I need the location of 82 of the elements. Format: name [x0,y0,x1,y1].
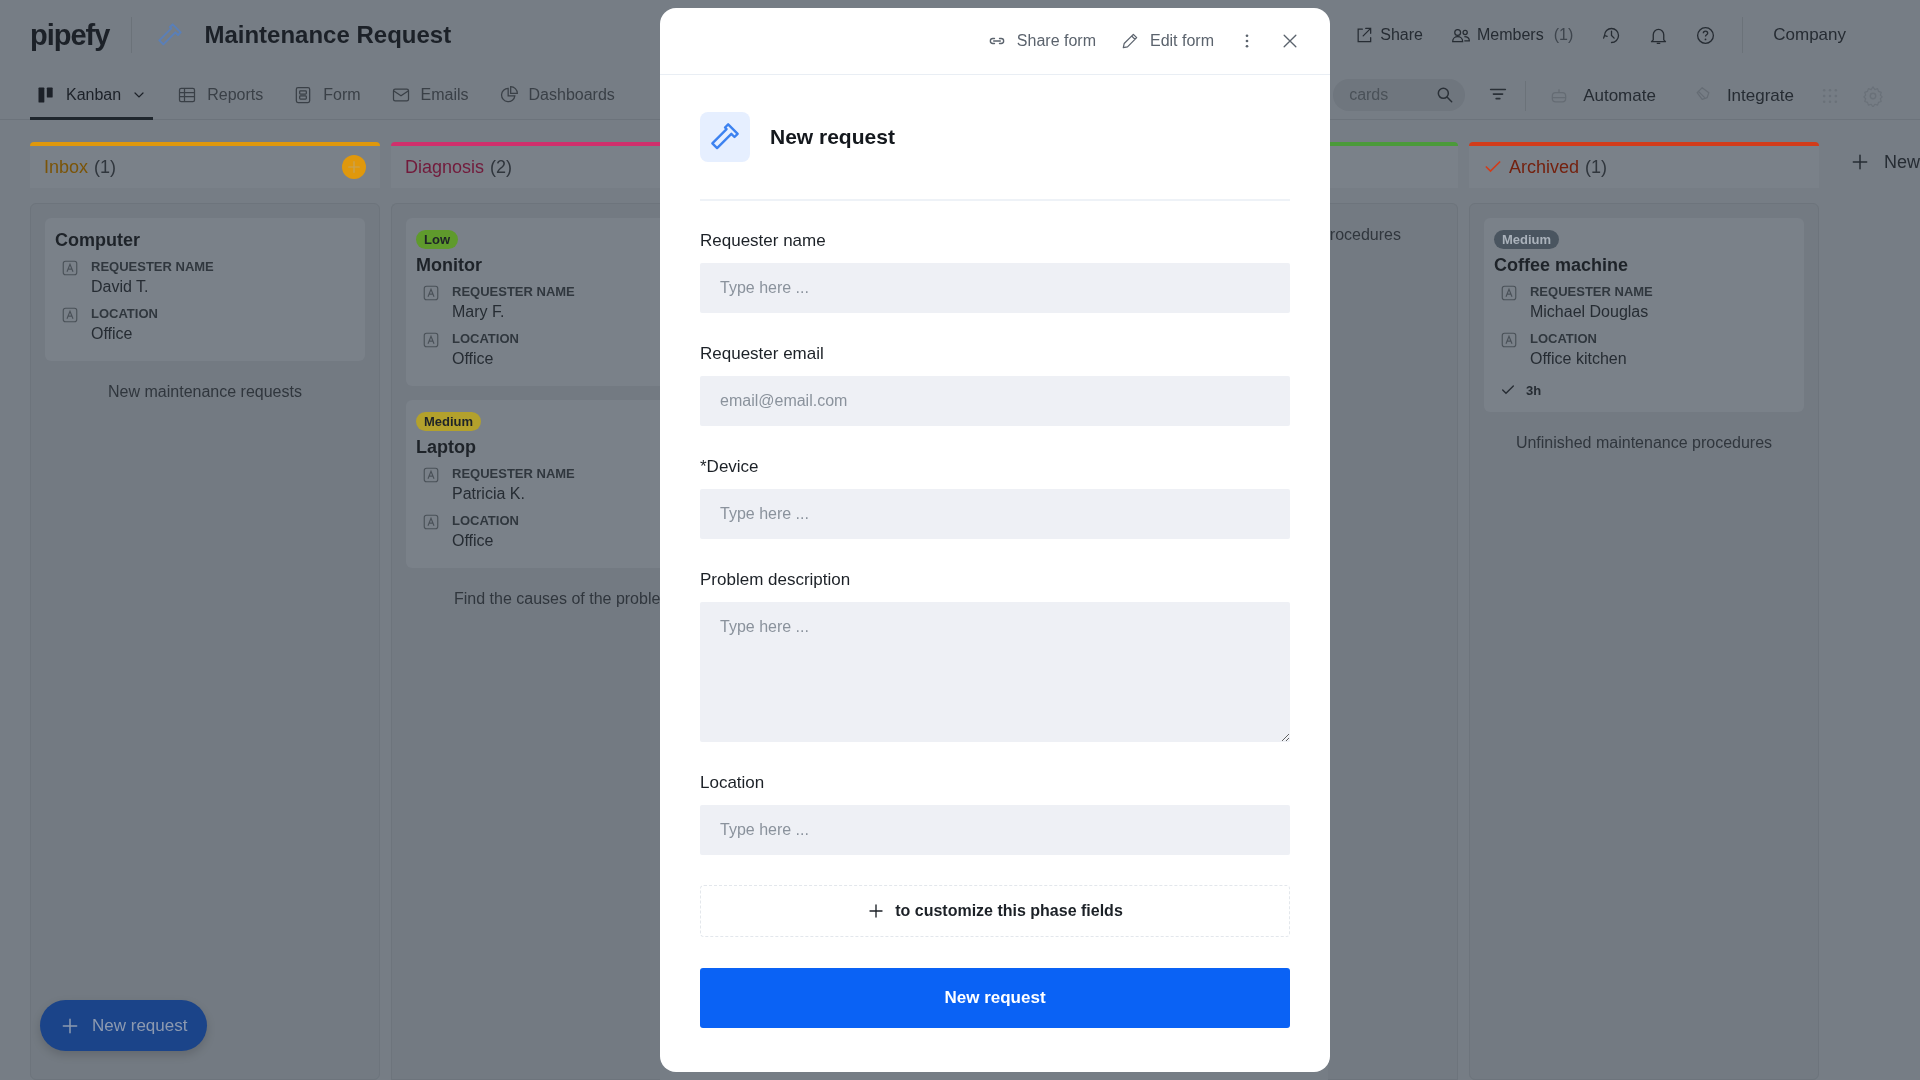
field-label: LOCATION [1530,331,1598,346]
field-value: Office [452,350,495,368]
phase-name: Diagnosis [405,156,485,178]
phase-name: Archived [1509,156,1579,178]
request-card[interactable]: Medium Laptop REQUESTER NAME Patricia K. LOCATION Office [406,400,660,568]
field-value: Office [91,325,134,343]
request-card[interactable]: Computer REQUESTER NAME David T. LOCATION Office [45,218,365,361]
field-value: Office [452,532,495,550]
phase-description: Find the causes of the proble [453,590,660,608]
request-card[interactable]: Medium Coffee machine REQUESTER NAME Michael Douglas LOCATION Office kitchen 3h [1484,218,1804,412]
field-value: Mary F. [452,303,506,321]
card-title: Coffee machine [1494,255,1630,276]
customize-fields-button[interactable]: to customize this phase fields [700,885,1290,937]
text-field-icon [422,284,440,302]
view-tab[interactable]: Reports [171,72,270,120]
new-phase-button[interactable]: New [1830,142,1920,182]
text-field-icon [61,259,79,277]
phase-name: Inbox [44,156,89,178]
members-button[interactable]: Members (1) [1451,25,1574,45]
text-field-icon [422,331,440,349]
field-value: Office kitchen [1530,350,1627,368]
field-label: REQUESTER NAME [91,259,214,274]
field-label: REQUESTER NAME [452,466,575,481]
view-tab[interactable]: Form [287,72,367,120]
text-field-icon [1500,284,1518,302]
field-label: REQUESTER NAME [452,284,575,299]
text-field-icon [1500,331,1518,349]
card-title: Laptop [416,437,477,458]
field-label: Problem description [700,570,852,590]
phase-description: rocedures [1328,226,1402,244]
card-title: Computer [55,230,141,251]
input-field[interactable]: Type here ... [700,489,1290,539]
view-tab[interactable]: Dashboards [492,72,621,120]
integrate-button[interactable]: Integrate [1686,72,1800,120]
submit-button[interactable]: New request [700,968,1290,1028]
field-label: *Device [700,457,760,477]
new-request-button[interactable]: New request [40,1000,208,1051]
card-count: (1) [94,156,117,178]
field-label: Location [700,773,766,793]
phase-description: New maintenance requests [107,383,303,401]
help-icon[interactable] [1695,24,1717,46]
text-area[interactable]: Type here ... [700,602,1290,742]
edit-form-button[interactable]: Edit form [1120,31,1214,51]
card-title: Monitor [416,255,483,276]
plus-icon [867,902,886,920]
form-title: New request [770,125,895,149]
field-value: Patricia K. [452,485,526,503]
priority-tag: Low [416,230,458,249]
account-name[interactable]: Company [1773,25,1846,45]
text-field-icon [422,513,440,531]
share-form-button[interactable]: Share form [986,31,1096,51]
pencil-icon [1120,31,1140,51]
field-value: David T. [91,278,150,296]
plus-icon [1850,152,1870,172]
pie-chart-icon [498,84,519,105]
field-label: LOCATION [452,331,519,346]
share-button[interactable]: Share [1354,25,1423,45]
view-tab[interactable]: Kanban [30,72,154,120]
view-tab[interactable]: Emails [384,72,475,120]
pipe-title: Maintenance Request [204,21,452,49]
app-logo[interactable]: pipefy [30,18,110,52]
field-label: LOCATION [91,306,158,321]
priority-tag: Medium [416,412,482,431]
plus-icon [346,159,362,175]
field-label: REQUESTER NAME [1530,284,1653,299]
automate-button[interactable]: Automate [1543,72,1662,120]
request-card[interactable]: Low Monitor REQUESTER NAME Mary F. LOCATION Office [406,218,660,386]
text-field-icon [422,466,440,484]
input-field[interactable]: Type here ... [700,263,1290,313]
duration-label: 3h [1526,382,1542,398]
priority-tag: Medium [1494,230,1560,249]
field-label: LOCATION [452,513,519,528]
input-field[interactable]: email@email.com [700,376,1290,426]
hammer-icon [700,112,750,162]
field-label: Requester name [700,231,827,251]
field-value: Michael Douglas [1530,303,1650,321]
card-count: (1) [1585,156,1607,178]
phase-description: Unfinished maintenance procedures [1514,434,1774,452]
card-count: (2) [490,156,513,178]
input-field[interactable]: Type here ... [700,805,1290,855]
field-label: Requester email [700,344,825,364]
text-field-icon [61,306,79,324]
